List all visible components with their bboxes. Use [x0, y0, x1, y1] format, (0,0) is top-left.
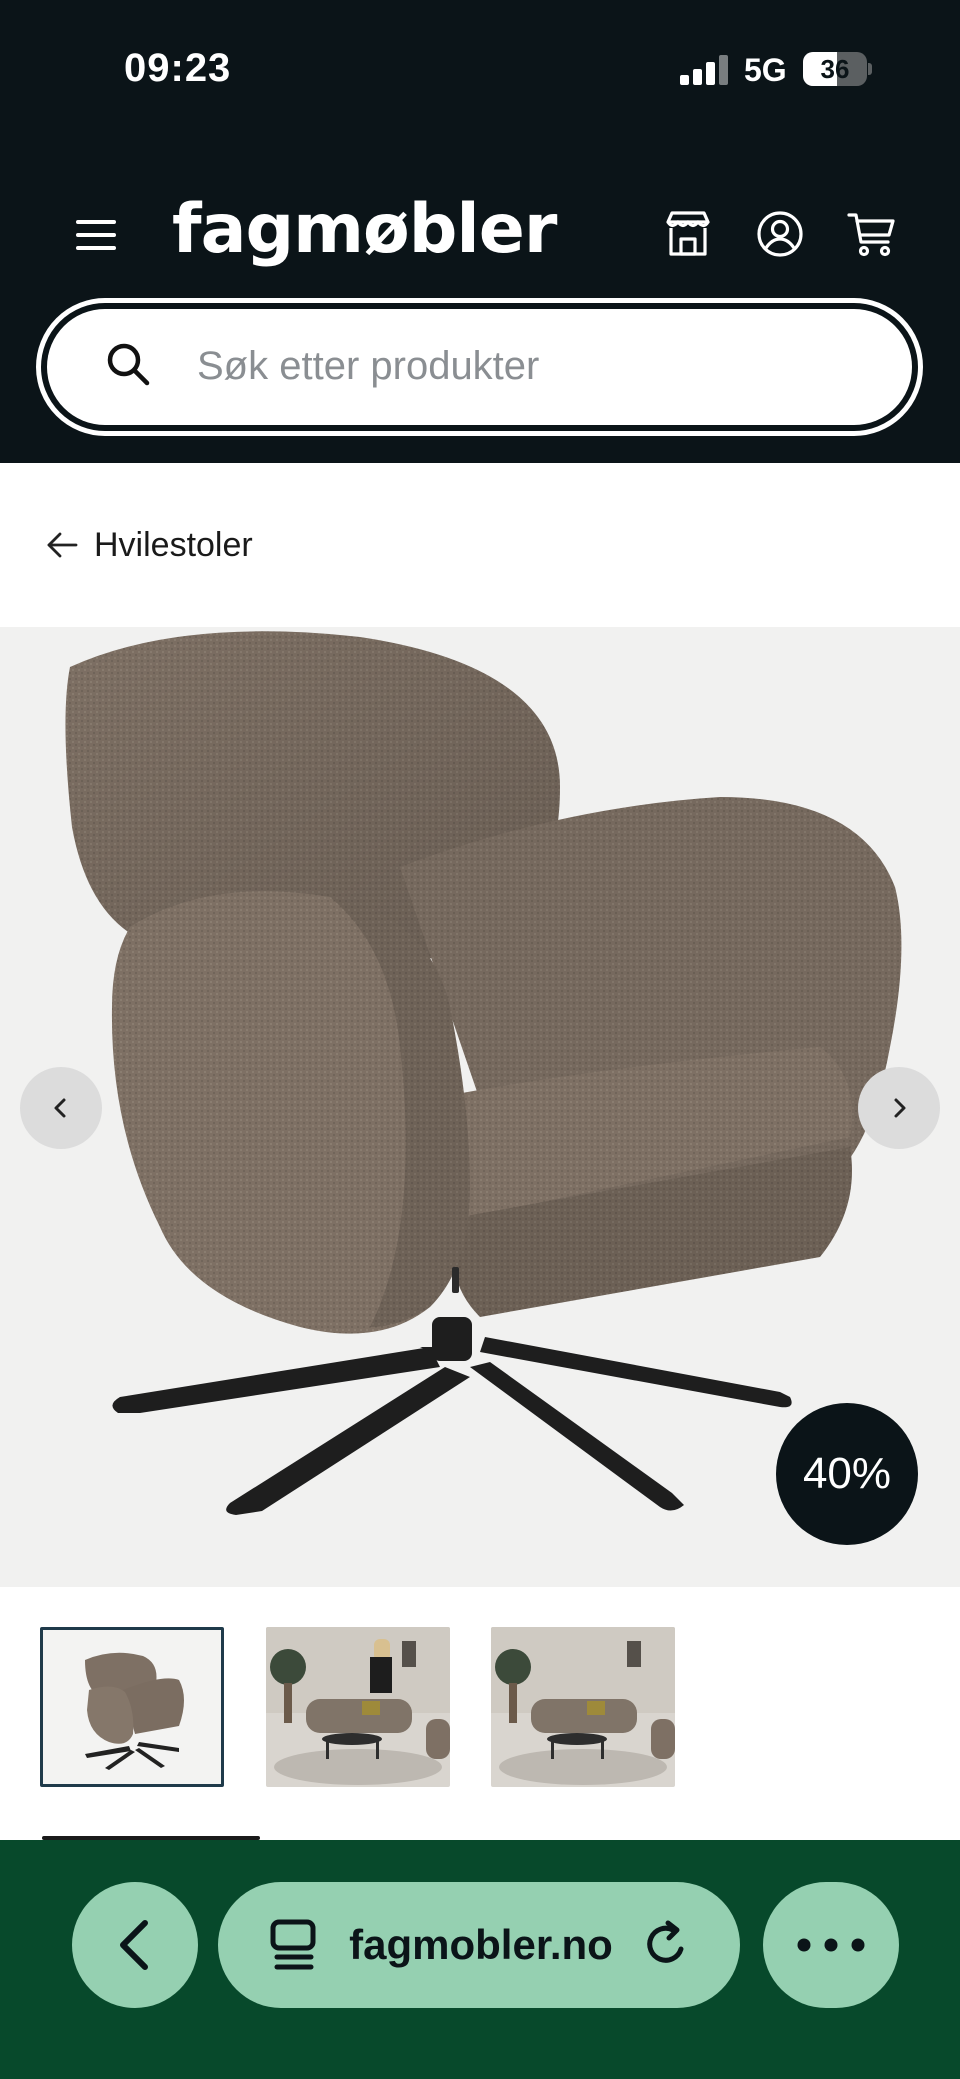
search-box[interactable]	[47, 309, 912, 425]
address-bar[interactable]: fagmobler.no	[218, 1882, 740, 2008]
carousel-prev-button[interactable]	[20, 1067, 102, 1149]
discount-badge: 40%	[776, 1403, 918, 1545]
more-icon	[797, 1938, 865, 1952]
tab-overview-icon	[270, 1919, 316, 1970]
living-room-thumbnail-2	[491, 1627, 675, 1787]
chevron-right-icon	[894, 1098, 906, 1118]
thumbnail-1[interactable]	[40, 1627, 224, 1787]
nav-row: fagmøbler	[0, 180, 960, 290]
living-room-thumbnail-1	[266, 1627, 450, 1787]
chair-thumbnail-image	[43, 1630, 221, 1784]
url-text: fagmobler.no	[349, 1921, 613, 1968]
battery-level: 36	[820, 54, 850, 84]
site-logo[interactable]: fagmøbler	[172, 190, 557, 269]
breadcrumb[interactable]: Hvilestoler	[44, 520, 253, 570]
arrow-left-icon	[47, 532, 78, 558]
carousel-next-button[interactable]	[858, 1067, 940, 1149]
status-time: 09:23	[124, 46, 232, 90]
thumbnail-3[interactable]	[491, 1627, 675, 1787]
account-icon[interactable]	[754, 208, 806, 260]
browser-more-button[interactable]	[763, 1882, 899, 2008]
browser-toolbar: fagmobler.no	[0, 1840, 960, 2079]
search-bar	[36, 298, 923, 436]
search-input[interactable]	[197, 309, 877, 423]
breadcrumb-label: Hvilestoler	[94, 525, 253, 564]
browser-back-button[interactable]	[72, 1882, 198, 2008]
battery-cap	[868, 63, 872, 75]
network-type: 5G	[744, 52, 787, 88]
status-bar: 09:23 5G 36	[0, 0, 960, 140]
reload-icon[interactable]	[641, 1919, 691, 1971]
store-icon[interactable]	[662, 208, 714, 260]
thumbnail-2[interactable]	[266, 1627, 450, 1787]
site-header: 09:23 5G 36 fagmøbler	[0, 0, 960, 463]
chevron-left-icon	[54, 1098, 66, 1118]
menu-icon[interactable]	[76, 220, 118, 250]
signal-icon	[680, 55, 730, 85]
battery-icon: 36	[803, 52, 867, 86]
search-icon	[107, 343, 150, 386]
cart-icon[interactable]	[846, 208, 898, 260]
chevron-left-icon	[120, 1920, 148, 1970]
product-image-carousel[interactable]: 40%	[0, 627, 960, 1587]
